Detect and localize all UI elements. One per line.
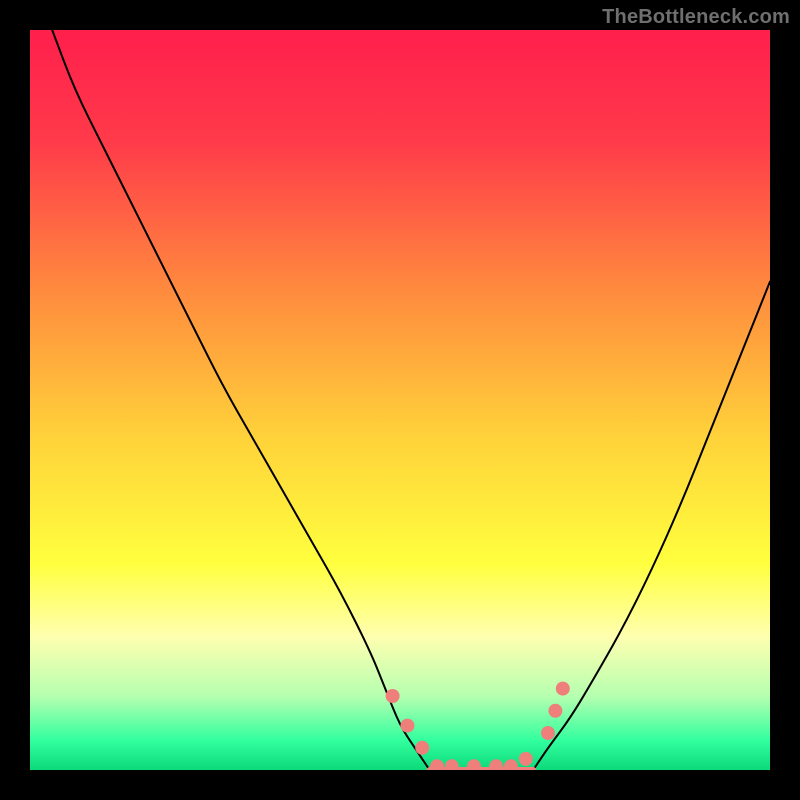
chart-frame: TheBottleneck.com	[0, 0, 800, 800]
marker-point	[556, 682, 570, 696]
chart-svg	[30, 30, 770, 770]
marker-point	[386, 689, 400, 703]
marker-point	[519, 752, 533, 766]
gradient-background	[30, 30, 770, 770]
marker-point	[400, 719, 414, 733]
marker-point	[415, 741, 429, 755]
marker-point	[541, 726, 555, 740]
plot-area	[30, 30, 770, 770]
watermark-text: TheBottleneck.com	[602, 6, 790, 29]
marker-point	[548, 704, 562, 718]
